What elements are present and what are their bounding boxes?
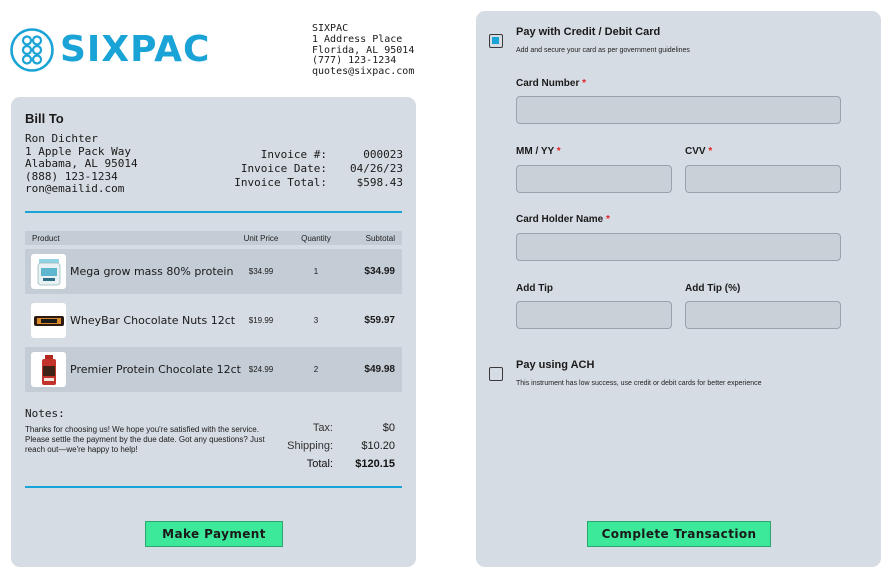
tax-label: Tax:	[312, 422, 333, 434]
card-holder-label: Card Holder Name *	[516, 214, 610, 225]
invoice-number-label: Invoice #:	[260, 148, 327, 161]
notes-text: Thanks for choosing us! We hope you're s…	[25, 425, 265, 454]
protein-shake-icon	[41, 354, 56, 385]
shipping-label: Shipping:	[287, 440, 333, 452]
product-cell: Premier Protein Chocolate 12ct	[25, 352, 241, 387]
invoice-total-value: $598.43	[356, 175, 403, 189]
header-product: Product	[32, 233, 60, 243]
table-row: WheyBar Chocolate Nuts 12ct $19.99 3 $59…	[25, 298, 402, 343]
required-mark: *	[582, 78, 587, 89]
protein-tub-image	[31, 254, 66, 289]
product-name: Mega grow mass 80% protein	[70, 265, 234, 278]
invoice-total-label: Invoice Total:	[234, 175, 327, 189]
required-mark: *	[556, 146, 561, 157]
cvv-label-text: CVV	[685, 146, 706, 157]
card-holder-input[interactable]	[516, 233, 841, 261]
shipping-row: Shipping: $10.20	[271, 437, 395, 455]
header-quantity: Quantity	[301, 233, 331, 243]
invoice-total-row: Invoice Total: $598.43	[234, 176, 403, 190]
divider	[25, 211, 402, 213]
ach-option-checkbox[interactable]	[489, 367, 503, 381]
unit-price: $24.99	[248, 365, 274, 374]
header-unit-price: Unit Price	[243, 233, 279, 243]
required-mark: *	[606, 214, 610, 225]
line-items-table: Product Unit Price Quantity Subtotal Meg…	[25, 231, 402, 392]
expiry-input[interactable]	[516, 165, 672, 193]
expiry-label-text: MM / YY	[516, 146, 554, 157]
card-option-checkbox[interactable]	[489, 34, 503, 48]
unit-price: $34.99	[248, 267, 274, 276]
logo-icon	[10, 28, 54, 72]
quantity: 1	[313, 267, 319, 276]
cvv-label: CVV *	[685, 146, 712, 157]
subtotal: $34.99	[364, 266, 395, 277]
tax-value: $0	[382, 422, 395, 434]
company-email: quotes@sixpac.com	[312, 66, 415, 78]
tip-percent-label: Add Tip (%)	[685, 283, 741, 294]
divider	[25, 486, 402, 488]
complete-transaction-button[interactable]: Complete Transaction	[587, 521, 771, 547]
invoice-date-row: Invoice Date: 04/26/23	[234, 162, 403, 176]
subtotal: $49.98	[364, 364, 395, 375]
required-mark: *	[708, 146, 713, 157]
tip-percent-input[interactable]	[685, 301, 841, 329]
expiry-label: MM / YY *	[516, 146, 561, 157]
customer-name: Ron Dichter	[25, 132, 98, 145]
card-number-label-text: Card Number	[516, 78, 580, 89]
protein-bar-icon	[33, 315, 64, 326]
company-address: SIXPAC 1 Address Place Florida, AL 95014…	[312, 23, 415, 78]
quantity: 2	[313, 365, 319, 374]
header-subtotal: Subtotal	[365, 233, 395, 243]
invoice-date-label: Invoice Date:	[240, 161, 327, 175]
unit-price: $19.99	[248, 316, 274, 325]
shipping-value: $10.20	[361, 440, 395, 452]
table-header: Product Unit Price Quantity Subtotal	[25, 231, 402, 245]
tax-row: Tax: $0	[271, 419, 395, 437]
invoice-number-value: 000023	[363, 148, 403, 161]
table-row: Mega grow mass 80% protein $34.99 1 $34.…	[25, 249, 402, 294]
invoice-meta: Invoice #: 000023 Invoice Date: 04/26/23…	[234, 148, 403, 189]
totals-block: Tax: $0 Shipping: $10.20 Total: $120.15	[271, 419, 395, 473]
make-payment-button[interactable]: Make Payment	[145, 521, 283, 547]
customer-email: ron@emailid.com	[25, 182, 125, 196]
total-row: Total: $120.15	[271, 455, 395, 473]
product-name: Premier Protein Chocolate 12ct	[70, 363, 241, 376]
total-value: $120.15	[355, 458, 395, 470]
protein-shake-image	[31, 352, 66, 387]
company-street: 1 Address Place	[312, 33, 403, 45]
card-option-title: Pay with Credit / Debit Card	[516, 26, 661, 38]
ach-option-title: Pay using ACH	[516, 359, 595, 371]
bill-to-heading: Bill To	[25, 111, 64, 126]
tip-label: Add Tip	[516, 283, 554, 294]
notes-heading: Notes:	[25, 407, 65, 420]
card-number-label: Card Number *	[516, 78, 586, 89]
protein-tub-icon	[37, 258, 60, 285]
payment-card: Pay with Credit / Debit Card Add and sec…	[476, 11, 881, 567]
quantity: 3	[313, 316, 319, 325]
tip-input[interactable]	[516, 301, 672, 329]
card-option-subtitle: Add and secure your card as per governme…	[516, 47, 690, 54]
table-row: Premier Protein Chocolate 12ct $24.99 2 …	[25, 347, 402, 392]
invoice-date-value: 04/26/23	[350, 161, 403, 175]
product-name: WheyBar Chocolate Nuts 12ct	[70, 314, 236, 327]
product-cell: WheyBar Chocolate Nuts 12ct	[25, 303, 236, 338]
invoice-card: Bill To Ron Dichter 1 Apple Pack Way Ala…	[11, 97, 416, 567]
brand-logo: SIXPAC	[10, 28, 210, 72]
subtotal: $59.97	[364, 315, 395, 326]
card-number-input[interactable]	[516, 96, 841, 124]
product-cell: Mega grow mass 80% protein	[25, 254, 236, 289]
invoice-number-row: Invoice #: 000023	[234, 148, 403, 162]
protein-bar-image	[31, 303, 66, 338]
card-holder-label-text: Card Holder Name	[516, 214, 604, 225]
customer-city: Alabama, AL 95014	[25, 157, 138, 171]
total-label: Total:	[306, 458, 333, 470]
ach-option-subtitle: This instrument has low success, use cre…	[516, 380, 762, 387]
brand-name: SIXPAC	[60, 29, 211, 70]
customer-details: Ron Dichter 1 Apple Pack Way Alabama, AL…	[25, 132, 138, 196]
cvv-input[interactable]	[685, 165, 841, 193]
